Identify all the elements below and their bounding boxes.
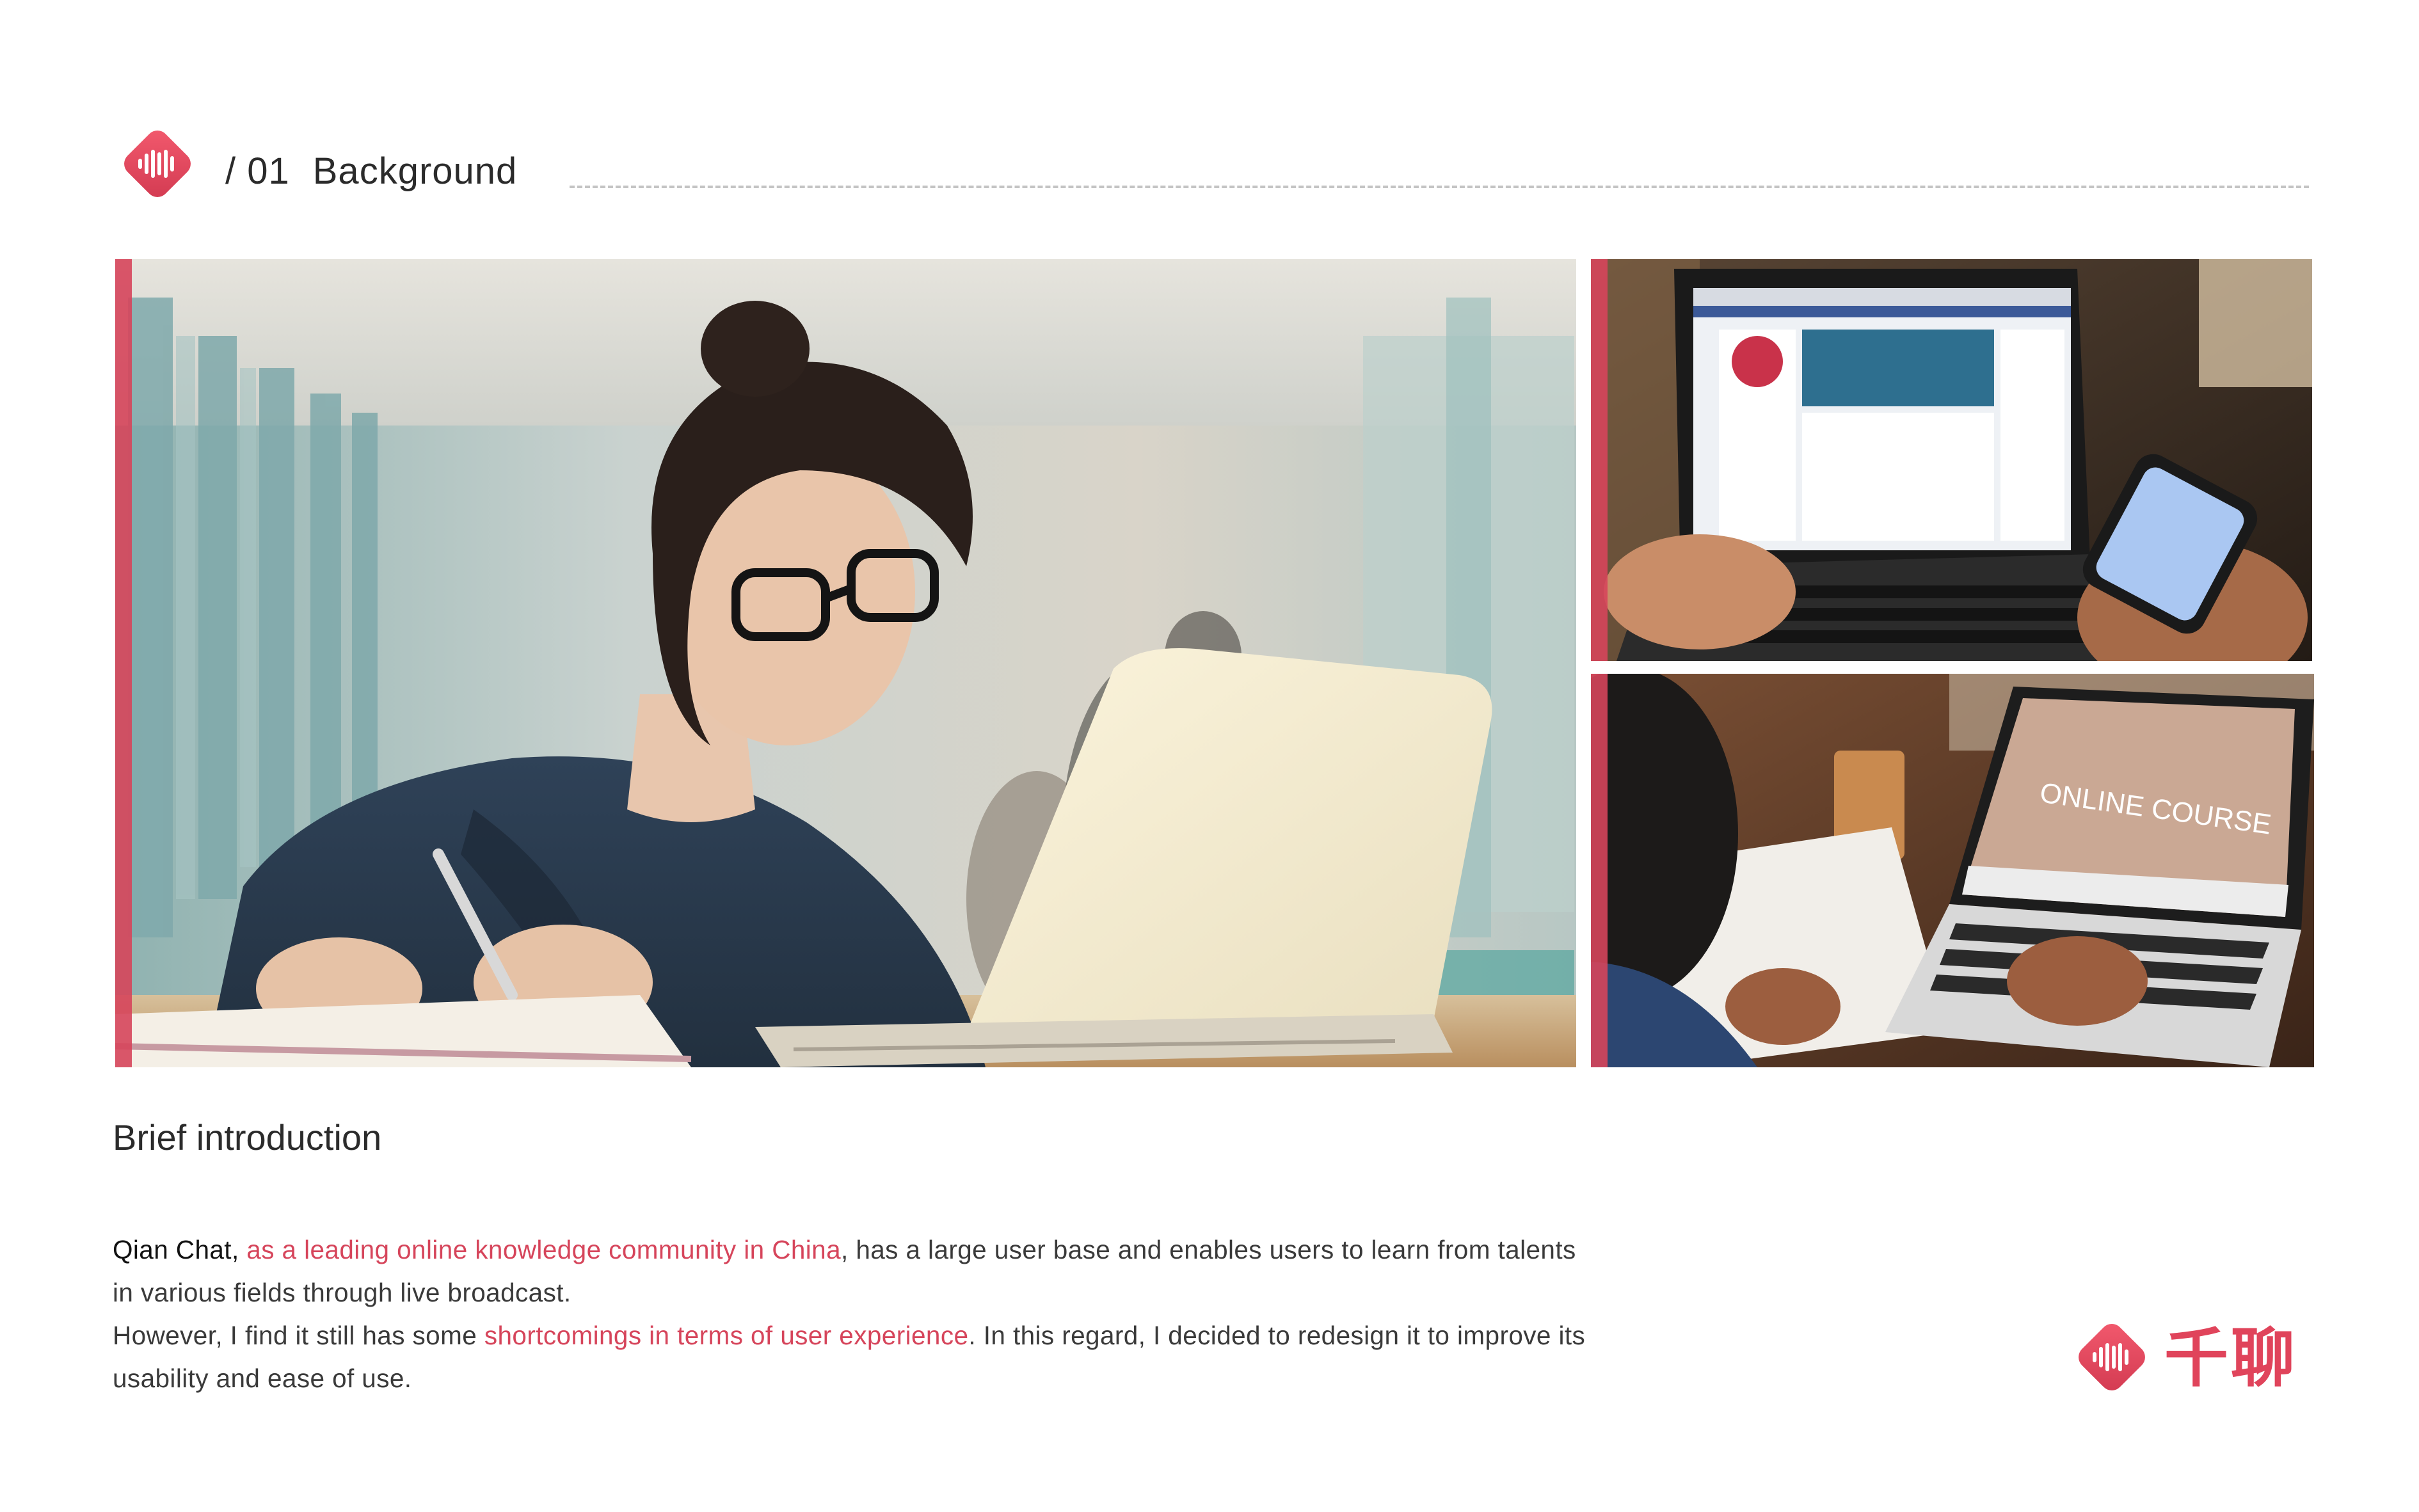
brand-name: 千聊	[2164, 1321, 2297, 1396]
student-with-laptop-photo	[115, 259, 1576, 1067]
laptop-and-phone-photo	[1591, 259, 2312, 661]
intro-highlight: as a leading online knowledge community …	[246, 1235, 842, 1264]
intro-text: Qian Chat,	[113, 1235, 247, 1264]
intro-highlight: shortcomings in terms of user experience	[484, 1321, 969, 1350]
online-course-photo: ONLINE COURSE	[1591, 674, 2314, 1067]
intro-text: However, I find it still has some	[113, 1321, 484, 1350]
section-title: / 01 Background	[225, 146, 517, 197]
brand-logo-icon	[2070, 1315, 2154, 1399]
introduction-paragraph: Qian Chat, as a leading online knowledge…	[113, 1229, 1591, 1400]
photo-accent-bar	[115, 259, 132, 1067]
qian-chat-logo-icon	[115, 122, 200, 206]
brief-introduction-heading: Brief introduction	[113, 1117, 382, 1158]
section-number: / 01	[225, 150, 290, 192]
photo-accent-bar	[1591, 259, 1608, 661]
section-title-text: Background	[312, 150, 518, 192]
brand-mark: 千聊	[2070, 1315, 2313, 1405]
header-divider	[570, 186, 2309, 188]
photo-accent-bar	[1591, 674, 1608, 1067]
